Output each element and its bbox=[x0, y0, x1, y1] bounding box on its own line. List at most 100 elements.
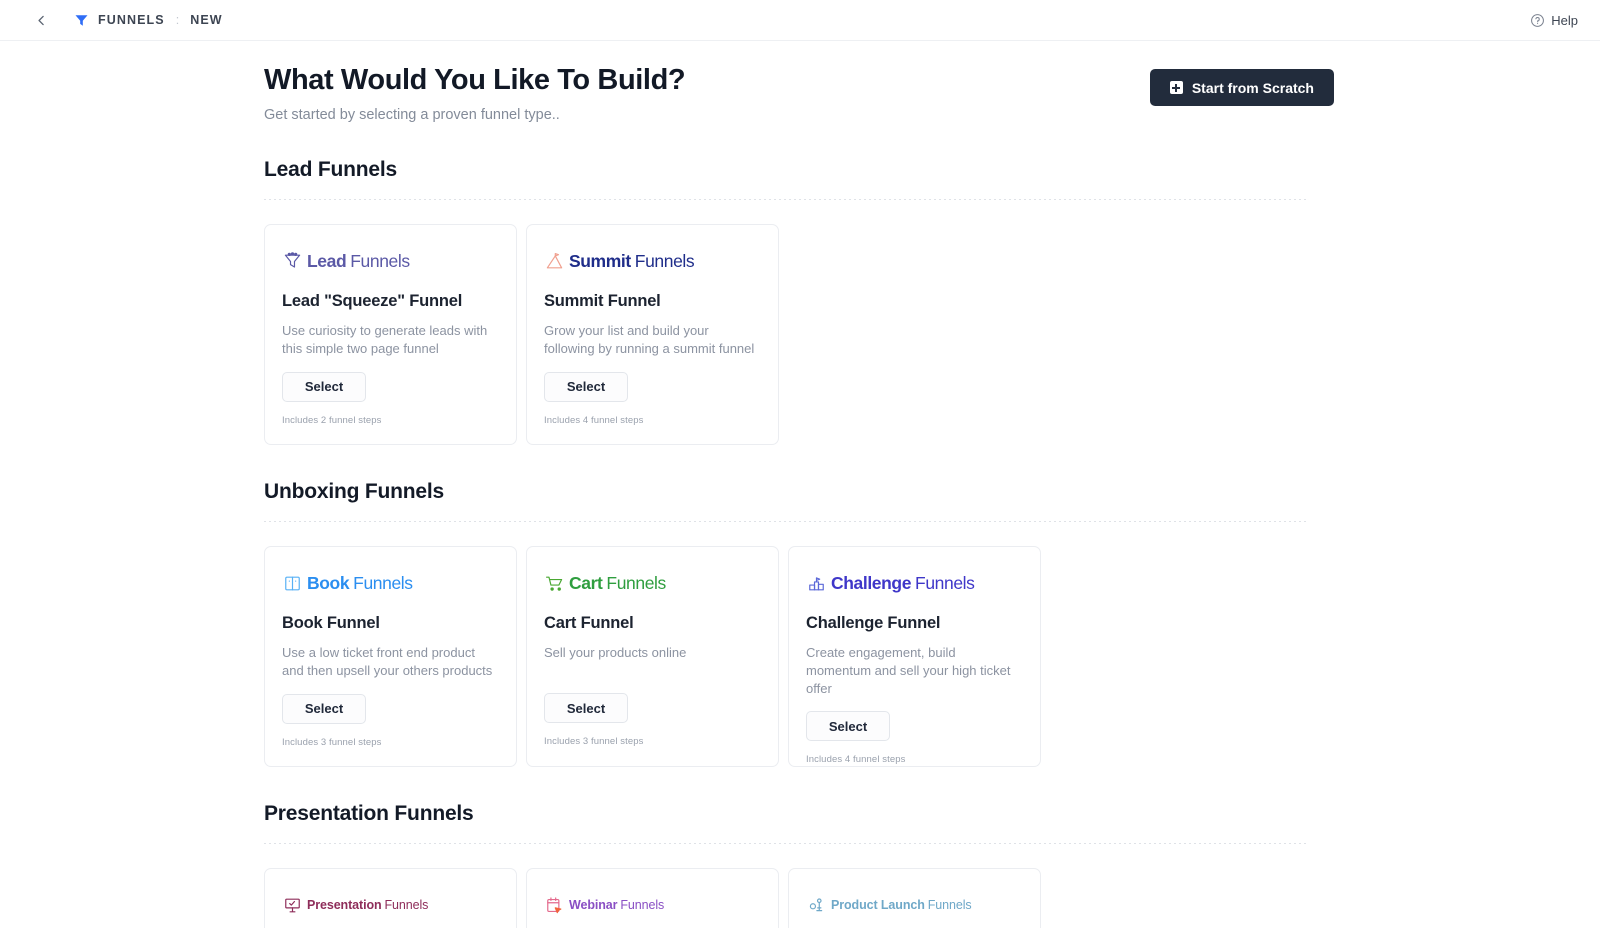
funnel-steps-count: Includes 2 funnel steps bbox=[282, 415, 499, 426]
funnel-brand-text: CartFunnels bbox=[569, 573, 666, 594]
funnel-card-title: Challenge Funnel bbox=[806, 614, 1023, 633]
funnel-card[interactable]: CartFunnels Cart Funnel Sell your products… bbox=[526, 546, 779, 767]
funnel-brand-word-1: Webinar bbox=[569, 898, 617, 912]
presentation-board-icon bbox=[282, 895, 302, 915]
page-header: What Would You Like To Build? Get starte… bbox=[264, 63, 1334, 123]
help-label: Help bbox=[1551, 13, 1578, 28]
funnel-card-row: BookFunnelsBook FunnelUse a low ticket f… bbox=[264, 546, 1334, 767]
funnel-logo-glyph bbox=[74, 13, 89, 28]
breadcrumb: FUNNELS : NEW bbox=[98, 13, 223, 27]
podium-icon bbox=[806, 573, 826, 593]
funnel-card-description: Sell your products online bbox=[544, 644, 761, 679]
select-button[interactable]: Select bbox=[806, 711, 890, 741]
funnel-brand-word-1: Summit bbox=[569, 251, 631, 271]
book-icon bbox=[282, 573, 302, 593]
section-divider bbox=[264, 521, 1306, 522]
funnel-brand-word-1: Cart bbox=[569, 573, 602, 593]
summit-mountain-icon bbox=[544, 251, 564, 271]
funnel-card-title: Book Funnel bbox=[282, 614, 499, 633]
breadcrumb-separator: : bbox=[176, 13, 179, 27]
select-button[interactable]: Select bbox=[544, 693, 628, 723]
shopping-cart-icon bbox=[544, 573, 564, 593]
back-button[interactable] bbox=[30, 9, 52, 31]
funnel-brand-logo: WebinarFunnels bbox=[544, 893, 761, 917]
funnel-card-description: Use a low ticket front end product and t… bbox=[282, 644, 499, 679]
funnel-brand-text: Product LaunchFunnels bbox=[831, 898, 972, 912]
help-circle-icon bbox=[1530, 13, 1545, 28]
funnel-brand-text: ChallengeFunnels bbox=[831, 573, 975, 594]
rocket-launch-icon bbox=[806, 895, 826, 915]
funnel-brand-logo: Product LaunchFunnels bbox=[806, 893, 1023, 917]
start-from-scratch-label: Start from Scratch bbox=[1192, 80, 1314, 96]
funnel-steps-count: Includes 3 funnel steps bbox=[282, 737, 499, 748]
funnel-brand-word-1: Book bbox=[307, 573, 349, 593]
funnel-card-description: Create engagement, build momentum and se… bbox=[806, 644, 1023, 697]
page-body: What Would You Like To Build? Get starte… bbox=[0, 41, 1600, 928]
section-title: Presentation Funnels bbox=[264, 802, 1334, 826]
funnel-card[interactable]: ChallengeFunnels Challenge Funnel Create e… bbox=[788, 546, 1041, 767]
funnel-steps-count: Includes 4 funnel steps bbox=[806, 754, 1023, 765]
funnel-brand-word-2: Funnels bbox=[620, 898, 664, 912]
funnel-brand-logo: BookFunnels bbox=[282, 571, 499, 595]
funnel-brand-word-1: Product Launch bbox=[831, 898, 925, 912]
funnel-brand-logo: PresentationFunnels bbox=[282, 893, 499, 917]
funnel-brand-word-2: Funnels bbox=[928, 898, 972, 912]
funnel-brand-text: LeadFunnels bbox=[307, 251, 410, 272]
section-divider bbox=[264, 843, 1306, 844]
plus-square-icon bbox=[1170, 81, 1183, 94]
funnel-card-row: PresentationFunnelsWebinarFunnelsProduct… bbox=[264, 868, 1334, 928]
funnel-sections: Lead FunnelsLeadFunnelsLead "Squeeze" Fu… bbox=[264, 158, 1334, 928]
funnel-card[interactable]: WebinarFunnels bbox=[526, 868, 779, 928]
funnel-brand-word-2: Funnels bbox=[350, 251, 409, 271]
select-button[interactable]: Select bbox=[282, 694, 366, 724]
funnel-logo-icon[interactable] bbox=[74, 13, 89, 28]
funnel-section: Lead FunnelsLeadFunnelsLead "Squeeze" Fu… bbox=[264, 158, 1334, 445]
funnel-brand-text: BookFunnels bbox=[307, 573, 413, 594]
breadcrumb-root[interactable]: FUNNELS bbox=[98, 13, 165, 27]
section-title: Unboxing Funnels bbox=[264, 480, 1334, 504]
funnel-card[interactable]: PresentationFunnels bbox=[264, 868, 517, 928]
funnel-brand-word-2: Funnels bbox=[385, 898, 429, 912]
funnel-brand-word-2: Funnels bbox=[915, 573, 974, 593]
chevron-left-icon bbox=[35, 14, 48, 27]
funnel-card[interactable]: Product LaunchFunnels bbox=[788, 868, 1041, 928]
breadcrumb-current: NEW bbox=[190, 13, 222, 27]
content-column: What Would You Like To Build? Get starte… bbox=[264, 41, 1334, 928]
funnel-card[interactable]: LeadFunnels Lead "Squeeze" Funnel Use curi… bbox=[264, 224, 517, 445]
funnel-brand-word-1: Presentation bbox=[307, 898, 382, 912]
funnel-brand-word-2: Funnels bbox=[353, 573, 412, 593]
funnel-brand-text: PresentationFunnels bbox=[307, 898, 428, 912]
calendar-webinar-icon bbox=[544, 895, 564, 915]
start-from-scratch-button[interactable]: Start from Scratch bbox=[1150, 69, 1334, 106]
funnel-card[interactable]: SummitFunnels Summit Funnel Grow your list… bbox=[526, 224, 779, 445]
funnel-card-row: LeadFunnelsLead "Squeeze" FunnelUse curi… bbox=[264, 224, 1334, 445]
select-button[interactable]: Select bbox=[544, 372, 628, 402]
page-title: What Would You Like To Build? bbox=[264, 63, 1150, 98]
select-button[interactable]: Select bbox=[282, 372, 366, 402]
lead-funnel-icon bbox=[282, 251, 302, 271]
top-navigation-bar: FUNNELS : NEW Help bbox=[0, 0, 1600, 41]
funnel-brand-logo: ChallengeFunnels bbox=[806, 571, 1023, 595]
funnel-card-title: Cart Funnel bbox=[544, 614, 761, 633]
funnel-section: Unboxing FunnelsBookFunnelsBook FunnelUs… bbox=[264, 480, 1334, 767]
funnel-card-description: Grow your list and build your following … bbox=[544, 322, 761, 357]
funnel-card[interactable]: BookFunnels Book Funnel Use a low ticket f… bbox=[264, 546, 517, 767]
section-divider bbox=[264, 199, 1306, 200]
funnel-card-description: Use curiosity to generate leads with thi… bbox=[282, 322, 499, 357]
funnel-brand-text: WebinarFunnels bbox=[569, 898, 664, 912]
section-title: Lead Funnels bbox=[264, 158, 1334, 182]
page-header-text: What Would You Like To Build? Get starte… bbox=[264, 63, 1150, 123]
funnel-brand-logo: SummitFunnels bbox=[544, 249, 761, 273]
funnel-card-title: Lead "Squeeze" Funnel bbox=[282, 292, 499, 311]
funnel-steps-count: Includes 4 funnel steps bbox=[544, 415, 761, 426]
funnel-brand-word-1: Lead bbox=[307, 251, 346, 271]
funnel-section: Presentation FunnelsPresentationFunnelsW… bbox=[264, 802, 1334, 928]
funnel-card-title: Summit Funnel bbox=[544, 292, 761, 311]
page-subtitle: Get started by selecting a proven funnel… bbox=[264, 107, 1150, 123]
funnel-brand-word-1: Challenge bbox=[831, 573, 911, 593]
help-button[interactable]: Help bbox=[1530, 13, 1578, 28]
funnel-steps-count: Includes 3 funnel steps bbox=[544, 736, 761, 747]
funnel-brand-word-2: Funnels bbox=[635, 251, 694, 271]
funnel-brand-text: SummitFunnels bbox=[569, 251, 694, 272]
funnel-brand-logo: CartFunnels bbox=[544, 571, 761, 595]
